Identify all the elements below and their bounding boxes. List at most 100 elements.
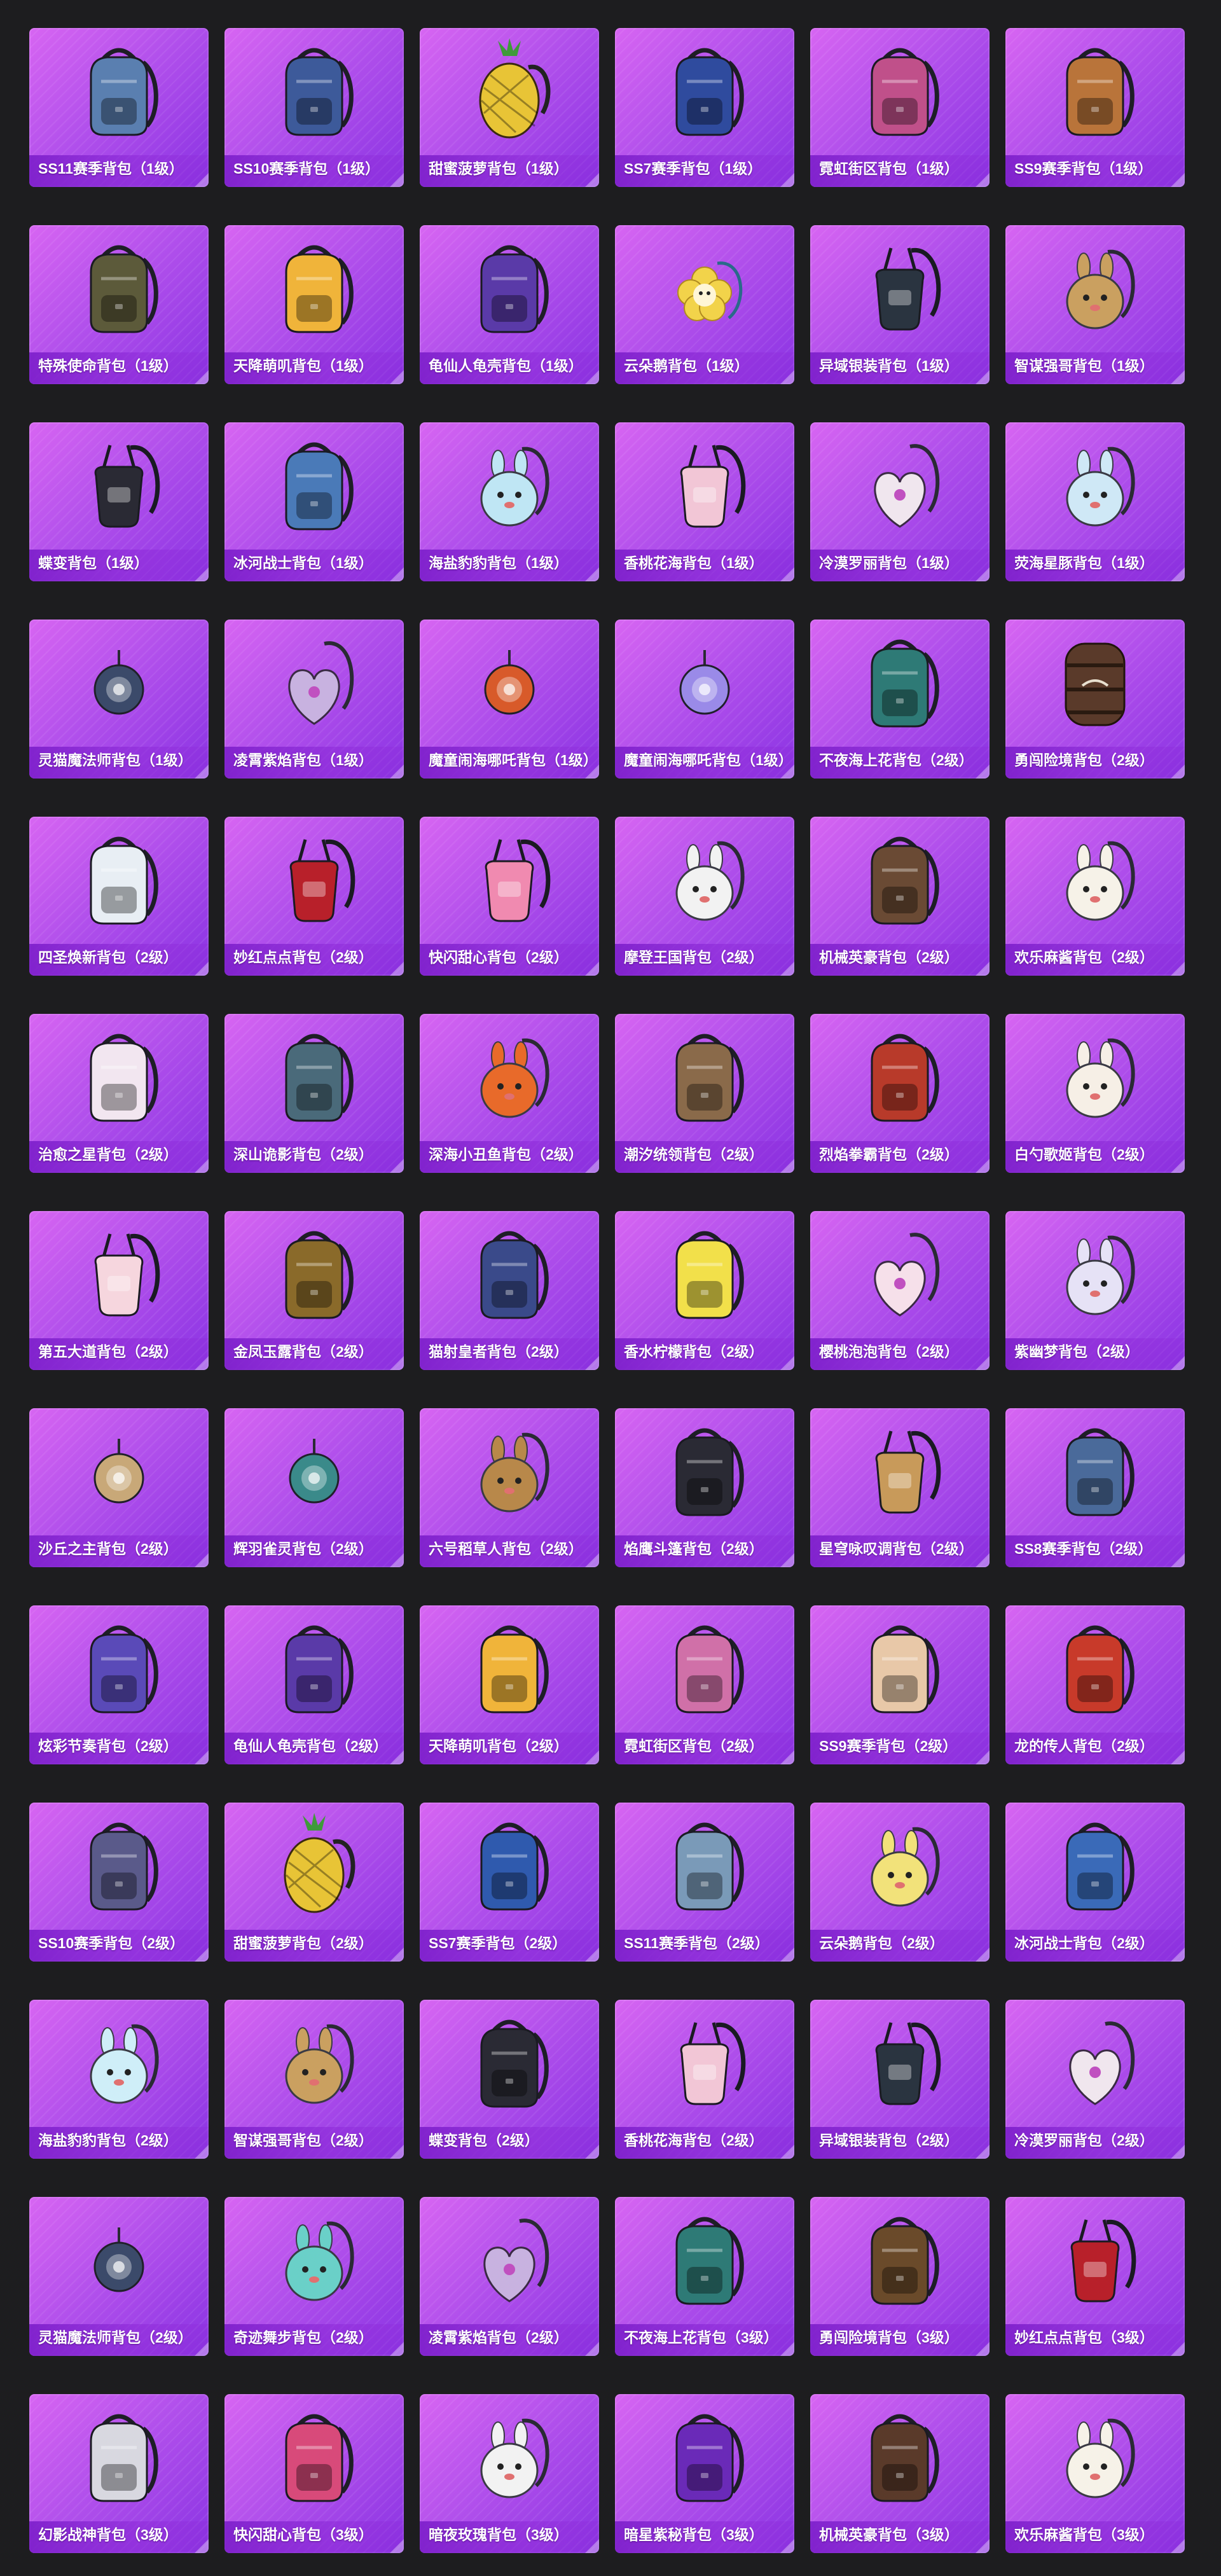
backpack-card[interactable]: 香桃花海背包（2级） xyxy=(615,2000,794,2159)
backpack-card[interactable]: SS10赛季背包（1级） xyxy=(224,28,404,187)
backpack-card[interactable]: 机械英豪背包（2级） xyxy=(810,817,990,976)
backpack-card[interactable]: 魔童闹海哪吒背包（1级） xyxy=(420,620,599,779)
backpack-icon xyxy=(654,1417,755,1524)
backpack-card[interactable]: 冷漠罗丽背包（1级） xyxy=(810,422,990,581)
backpack-card[interactable]: 深山诡影背包（2级） xyxy=(224,1014,404,1173)
item-label: 天降萌叽背包（2级） xyxy=(429,1738,569,1754)
pineapple-backpack-icon xyxy=(459,37,560,144)
item-label: 冰河战士背包（1级） xyxy=(233,555,373,571)
backpack-card[interactable]: 魔童闹海哪吒背包（1级） xyxy=(615,620,794,779)
backpack-card[interactable]: 快闪甜心背包（2级） xyxy=(420,817,599,976)
backpack-card[interactable]: 猫射皇者背包（2级） xyxy=(420,1211,599,1370)
backpack-card[interactable]: 甜蜜菠萝背包（2级） xyxy=(224,1803,404,1962)
backpack-card[interactable]: 白勺歌姬背包（2级） xyxy=(1005,1014,1185,1173)
item-label: 灵猫魔法师背包（1级） xyxy=(38,752,193,768)
backpack-icon xyxy=(654,1220,755,1327)
item-label: SS9赛季背包（1级） xyxy=(1014,160,1153,177)
backpack-card[interactable]: 云朵鹅背包（1级） xyxy=(615,225,794,384)
backpack-card[interactable]: 香桃花海背包（1级） xyxy=(615,422,794,581)
backpack-card[interactable]: 冷漠罗丽背包（2级） xyxy=(1005,2000,1185,2159)
backpack-card[interactable]: 星穹咏叹调背包（2级） xyxy=(810,1408,990,1567)
backpack-card[interactable]: 云朵鹅背包（2级） xyxy=(810,1803,990,1962)
backpack-card[interactable]: 快闪甜心背包（3级） xyxy=(224,2394,404,2553)
backpack-card[interactable]: 天降萌叽背包（1级） xyxy=(224,225,404,384)
backpack-card[interactable]: 六号稻草人背包（2级） xyxy=(420,1408,599,1567)
backpack-card[interactable]: 海盐豹豹背包（1级） xyxy=(420,422,599,581)
backpack-card[interactable]: 欢乐麻酱背包（2级） xyxy=(1005,817,1185,976)
backpack-card[interactable]: 冰河战士背包（1级） xyxy=(224,422,404,581)
backpack-card[interactable]: 不夜海上花背包（3级） xyxy=(615,2197,794,2356)
backpack-card[interactable]: 勇闯险境背包（2级） xyxy=(1005,620,1185,779)
backpack-card[interactable]: 烈焰拳霸背包（2级） xyxy=(810,1014,990,1173)
backpack-icon xyxy=(849,2403,951,2510)
item-label: SS7赛季背包（2级） xyxy=(429,1935,567,1951)
backpack-card[interactable]: 龟仙人龟壳背包（2级） xyxy=(224,1605,404,1764)
backpack-card[interactable]: 摩登王国背包（2级） xyxy=(615,817,794,976)
backpack-card[interactable]: 蝶变背包（1级） xyxy=(29,422,209,581)
item-label: 机械英豪背包（2级） xyxy=(819,949,959,966)
plush-pendant-icon xyxy=(1044,1023,1146,1130)
backpack-card[interactable]: 霓虹街区背包（1级） xyxy=(810,28,990,187)
backpack-card[interactable]: 荧海星豚背包（1级） xyxy=(1005,422,1185,581)
backpack-card[interactable]: SS9赛季背包（1级） xyxy=(1005,28,1185,187)
backpack-card[interactable]: 不夜海上花背包（2级） xyxy=(810,620,990,779)
backpack-card[interactable]: 天降萌叽背包（2级） xyxy=(420,1605,599,1764)
item-label: 快闪甜心背包（3级） xyxy=(233,2526,373,2543)
backpack-card[interactable]: 奇迹舞步背包（2级） xyxy=(224,2197,404,2356)
backpack-card[interactable]: 香水柠檬背包（2级） xyxy=(615,1211,794,1370)
backpack-card[interactable]: 紫幽梦背包（2级） xyxy=(1005,1211,1185,1370)
backpack-card[interactable]: 欢乐麻酱背包（3级） xyxy=(1005,2394,1185,2553)
flower-pendant-icon xyxy=(654,234,755,341)
item-label: 蝶变背包（2级） xyxy=(429,2132,539,2149)
item-label: 智谋强哥背包（2级） xyxy=(233,2132,373,2149)
backpack-card[interactable]: 沙丘之主背包（2级） xyxy=(29,1408,209,1567)
item-label: 深山诡影背包（2级） xyxy=(233,1146,373,1163)
backpack-card[interactable]: 勇闯险境背包（3级） xyxy=(810,2197,990,2356)
backpack-card[interactable]: 智谋强哥背包（1级） xyxy=(1005,225,1185,384)
backpack-card[interactable]: 灵猫魔法师背包（2级） xyxy=(29,2197,209,2356)
backpack-card[interactable]: 龟仙人龟壳背包（1级） xyxy=(420,225,599,384)
backpack-card[interactable]: 樱桃泡泡背包（2级） xyxy=(810,1211,990,1370)
backpack-card[interactable]: 深海小丑鱼背包（2级） xyxy=(420,1014,599,1173)
backpack-card[interactable]: 金凤玉露背包（2级） xyxy=(224,1211,404,1370)
backpack-card[interactable]: 灵猫魔法师背包（1级） xyxy=(29,620,209,779)
backpack-card[interactable]: 辉羽雀灵背包（2级） xyxy=(224,1408,404,1567)
backpack-card[interactable]: 异域银装背包（2级） xyxy=(810,2000,990,2159)
backpack-card[interactable]: 潮汐统领背包（2级） xyxy=(615,1014,794,1173)
backpack-card[interactable]: 妙红点点背包（2级） xyxy=(224,817,404,976)
backpack-card[interactable]: SS11赛季背包（2级） xyxy=(615,1803,794,1962)
backpack-card[interactable]: SS7赛季背包（2级） xyxy=(420,1803,599,1962)
backpack-card[interactable]: 幻影战神背包（3级） xyxy=(29,2394,209,2553)
backpack-icon xyxy=(459,2009,560,2116)
backpack-card[interactable]: 四圣焕新背包（2级） xyxy=(29,817,209,976)
backpack-card[interactable]: 海盐豹豹背包（2级） xyxy=(29,2000,209,2159)
backpack-card[interactable]: 第五大道背包（2级） xyxy=(29,1211,209,1370)
backpack-card[interactable]: SS7赛季背包（1级） xyxy=(615,28,794,187)
backpack-card[interactable]: 龙的传人背包（2级） xyxy=(1005,1605,1185,1764)
backpack-icon xyxy=(1044,1614,1146,1721)
backpack-card[interactable]: 暗星紫秘背包（3级） xyxy=(615,2394,794,2553)
backpack-card[interactable]: 暗夜玫瑰背包（3级） xyxy=(420,2394,599,2553)
backpack-card[interactable]: 治愈之星背包（2级） xyxy=(29,1014,209,1173)
item-label: 欢乐麻酱背包（3级） xyxy=(1014,2526,1154,2543)
backpack-card[interactable]: SS9赛季背包（2级） xyxy=(810,1605,990,1764)
backpack-card[interactable]: 凌霄紫焰背包（2级） xyxy=(420,2197,599,2356)
backpack-card[interactable]: 特殊使命背包（1级） xyxy=(29,225,209,384)
backpack-card[interactable]: 凌霄紫焰背包（1级） xyxy=(224,620,404,779)
backpack-card[interactable]: 妙红点点背包（3级） xyxy=(1005,2197,1185,2356)
backpack-icon xyxy=(459,234,560,341)
backpack-card[interactable]: 炫彩节奏背包（2级） xyxy=(29,1605,209,1764)
backpack-card[interactable]: SS8赛季背包（2级） xyxy=(1005,1408,1185,1567)
backpack-card[interactable]: 智谋强哥背包（2级） xyxy=(224,2000,404,2159)
backpack-card[interactable]: 蝶变背包（2级） xyxy=(420,2000,599,2159)
backpack-card[interactable]: SS11赛季背包（1级） xyxy=(29,28,209,187)
backpack-card[interactable]: 机械英豪背包（3级） xyxy=(810,2394,990,2553)
backpack-card[interactable]: 焰鹰斗篷背包（2级） xyxy=(615,1408,794,1567)
backpack-card[interactable]: 冰河战士背包（2级） xyxy=(1005,1803,1185,1962)
plush-pendant-icon xyxy=(459,2403,560,2510)
backpack-card[interactable]: 异域银装背包（1级） xyxy=(810,225,990,384)
backpack-card[interactable]: 甜蜜菠萝背包（1级） xyxy=(420,28,599,187)
backpack-card[interactable]: 霓虹街区背包（2级） xyxy=(615,1605,794,1764)
item-label: 机械英豪背包（3级） xyxy=(819,2526,959,2543)
backpack-card[interactable]: SS10赛季背包（2级） xyxy=(29,1803,209,1962)
